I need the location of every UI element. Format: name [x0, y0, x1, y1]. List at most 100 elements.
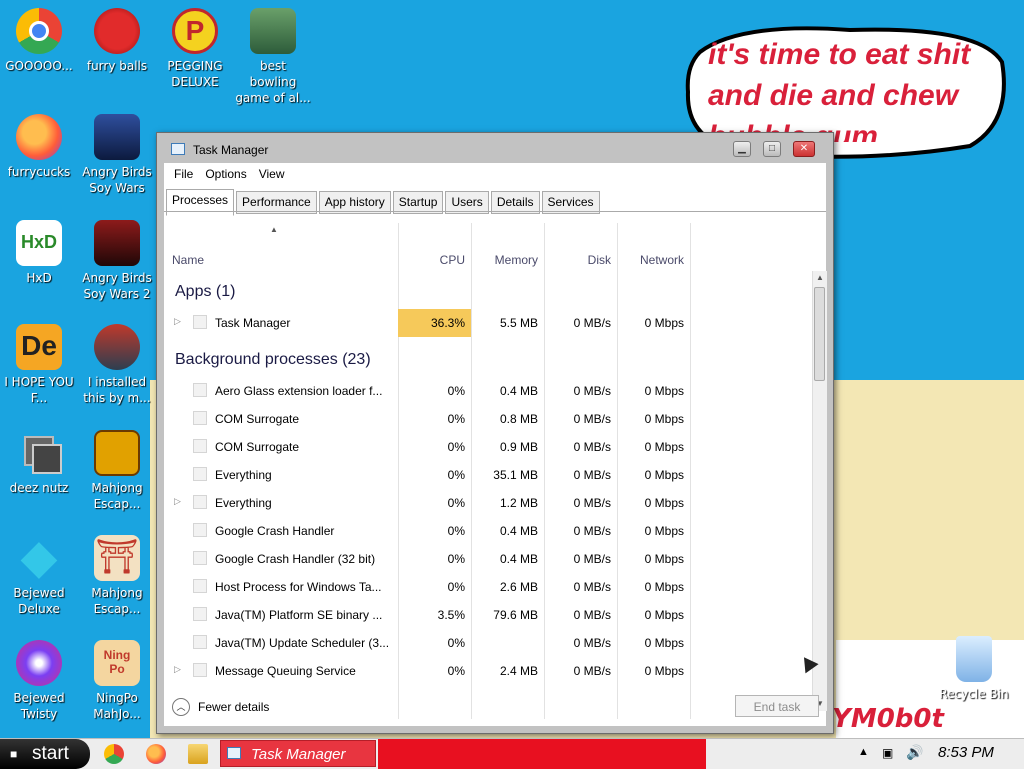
process-network: 0 Mbps	[644, 412, 684, 426]
task-manager-window: Task Manager ▁ □ ✕ File Options View Pro…	[156, 132, 834, 734]
process-row[interactable]: Java(TM) Platform SE binary ... 3.5% 79.6 …	[164, 601, 812, 629]
clock[interactable]: 8:53 PM	[938, 744, 994, 761]
process-cpu: 0%	[447, 664, 465, 678]
close-button[interactable]: ✕	[793, 141, 815, 157]
process-row[interactable]: ▷ Task Manager 36.3% 5.5 MB 0 MB/s 0 Mbp…	[164, 309, 812, 337]
process-icon	[193, 607, 207, 621]
vertical-scrollbar[interactable]: ▲ ▼	[812, 271, 827, 711]
firefox-icon	[16, 114, 62, 160]
menu-options[interactable]: Options	[199, 163, 252, 185]
process-cpu: 36.3%	[430, 316, 465, 330]
process-row[interactable]: ▷ Everything 0% 1.2 MB 0 MB/s 0 Mbps	[164, 489, 812, 517]
process-cpu: 0%	[447, 496, 465, 510]
process-row[interactable]: Everything 0% 35.1 MB 0 MB/s 0 Mbps	[164, 461, 812, 489]
desktop-icon-bowling[interactable]: best bowling game of al...	[235, 8, 311, 106]
fewer-details-link[interactable]: Fewer details	[198, 700, 269, 714]
volume-icon[interactable]: 🔊	[906, 744, 923, 761]
desktop-icon-hxd[interactable]: HxD	[1, 220, 77, 286]
process-row[interactable]: Google Crash Handler 0% 0.4 MB 0 MB/s 0 Mbps	[164, 517, 812, 545]
process-memory: 2.4 MB	[499, 664, 538, 678]
process-cpu: 0%	[447, 440, 465, 454]
process-row[interactable]: Google Crash Handler (32 bit) 0% 0.4 MB 0 M…	[164, 545, 812, 573]
desktop-overlay-text: YM0b0t	[832, 704, 944, 734]
process-name: Java(TM) Platform SE binary ...	[215, 608, 383, 622]
chrome-icon	[16, 8, 62, 54]
process-row[interactable]: ▷ Message Queuing Service 0% 2.4 MB 0 MB/s 0 …	[164, 657, 812, 685]
process-icon	[193, 579, 207, 593]
show-hidden-icons-icon[interactable]: ▲	[858, 746, 869, 758]
chevron-up-icon[interactable]: ︿	[172, 698, 190, 716]
desktop-icon-chrome[interactable]: GOOOOO...	[1, 8, 77, 74]
title-bar[interactable]: Task Manager ▁ □ ✕	[157, 133, 833, 163]
desktop-icon-angry-birds-2[interactable]: Angry Birds Soy Wars 2	[79, 220, 155, 302]
process-network: 0 Mbps	[644, 440, 684, 454]
start-button[interactable]: ■ start	[0, 739, 90, 769]
column-cpu[interactable]: CPU	[398, 249, 465, 271]
desktop-icon-bejeweled-twisty[interactable]: Bejewed Twisty	[1, 640, 77, 722]
process-name: Google Crash Handler	[215, 524, 335, 538]
process-row[interactable]: Java(TM) Update Scheduler (3... 0% 0 MB/s 0…	[164, 629, 812, 657]
process-row[interactable]: Host Process for Windows Ta... 0% 2.6 MB 0 …	[164, 573, 812, 601]
process-row[interactable]: Aero Glass extension loader f... 0% 0.4 MB…	[164, 377, 812, 405]
taskbar-task-manager-button[interactable]: Task Manager	[220, 740, 376, 767]
desktop-icon-pegging-deluxe[interactable]: PEGGING DELUXE	[157, 8, 233, 90]
process-icon	[193, 523, 207, 537]
expand-arrow-icon[interactable]: ▷	[174, 496, 181, 507]
desktop-icon-ningpo[interactable]: NingPo MahJo...	[79, 640, 155, 722]
process-network: 0 Mbps	[644, 524, 684, 538]
firefox-icon[interactable]	[146, 744, 166, 764]
menu-view[interactable]: View	[253, 163, 291, 185]
process-name: Message Queuing Service	[215, 664, 356, 678]
minimize-button[interactable]: ▁	[733, 141, 751, 157]
process-memory: 0.4 MB	[499, 384, 538, 398]
process-name: Host Process for Windows Ta...	[215, 580, 382, 594]
process-memory: 1.2 MB	[499, 496, 538, 510]
process-icon	[193, 467, 207, 481]
desktop-icon-mahjong-escape-2[interactable]: Mahjong Escap...	[79, 535, 155, 617]
column-disk[interactable]: Disk	[541, 249, 611, 271]
process-disk: 0 MB/s	[573, 636, 611, 650]
desktop-icon-installed[interactable]: I installed this by m...	[79, 324, 155, 406]
process-disk: 0 MB/s	[573, 384, 611, 398]
process-disk: 0 MB/s	[573, 316, 611, 330]
menu-file[interactable]: File	[168, 163, 199, 185]
scroll-up-arrow-icon[interactable]: ▲	[813, 271, 827, 285]
column-network[interactable]: Network	[617, 249, 684, 271]
process-disk: 0 MB/s	[573, 496, 611, 510]
column-name[interactable]: Name	[172, 249, 204, 271]
maximize-button[interactable]: □	[763, 141, 781, 157]
process-memory: 2.6 MB	[499, 580, 538, 594]
chrome-icon[interactable]	[104, 744, 124, 764]
process-memory: 0.4 MB	[499, 524, 538, 538]
hxd-icon	[16, 220, 62, 266]
file-explorer-icon[interactable]	[188, 744, 208, 764]
furry-ball-icon	[94, 8, 140, 54]
desktop-icon-furry-balls[interactable]: furry balls	[79, 8, 155, 74]
process-disk: 0 MB/s	[573, 664, 611, 678]
process-name: Everything	[215, 496, 272, 510]
process-row[interactable]: COM Surrogate 0% 0.8 MB 0 MB/s 0 Mbps	[164, 405, 812, 433]
desktop-icon-angry-birds[interactable]: Angry Birds Soy Wars	[79, 114, 155, 196]
taskbar-task-label: Task Manager	[251, 746, 346, 763]
desktop-icon-i-hope[interactable]: I HOPE YOU F...	[1, 324, 77, 406]
twisty-gem-icon	[16, 640, 62, 686]
process-row[interactable]: COM Surrogate 0% 0.9 MB 0 MB/s 0 Mbps	[164, 433, 812, 461]
desktop-icon-firefox[interactable]: furrycucks	[1, 114, 77, 180]
desktop-icon-deez-nutz[interactable]: deez nutz	[1, 430, 77, 496]
expand-arrow-icon[interactable]: ▷	[174, 316, 181, 327]
process-disk: 0 MB/s	[573, 580, 611, 594]
expand-arrow-icon[interactable]: ▷	[174, 664, 181, 675]
recycle-bin-icon	[956, 636, 992, 682]
network-icon[interactable]: ▣	[882, 746, 893, 760]
process-network: 0 Mbps	[644, 384, 684, 398]
process-disk: 0 MB/s	[573, 552, 611, 566]
process-disk: 0 MB/s	[573, 440, 611, 454]
column-memory[interactable]: Memory	[471, 249, 538, 271]
end-task-button[interactable]: End task	[735, 695, 819, 717]
scroll-thumb[interactable]	[814, 287, 825, 381]
process-network: 0 Mbps	[644, 496, 684, 510]
desktop-icon-bejeweled-deluxe[interactable]: Bejewed Deluxe	[1, 529, 77, 617]
process-network: 0 Mbps	[644, 664, 684, 678]
desktop-icon-recycle-bin[interactable]: Recycle Bin	[936, 636, 1012, 702]
desktop-icon-mahjong-escape[interactable]: Mahjong Escap...	[79, 430, 155, 512]
